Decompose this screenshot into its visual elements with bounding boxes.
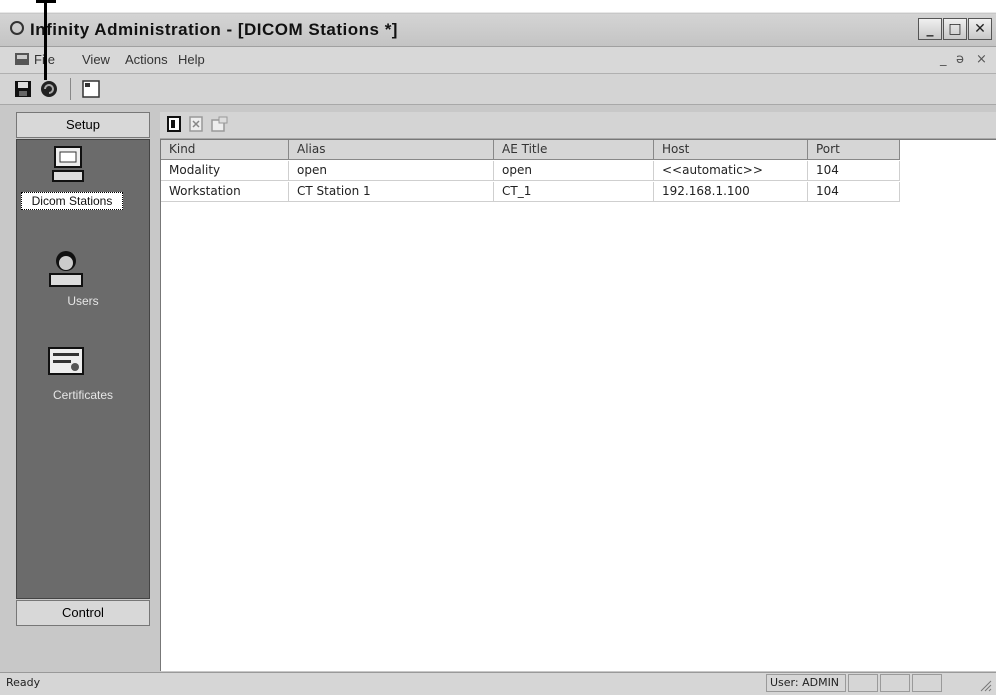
- annotation-arrow: [44, 0, 47, 80]
- table-row-2-port[interactable]: 104: [808, 182, 900, 202]
- mdi-close-button[interactable]: ×: [976, 52, 987, 67]
- computer-icon[interactable]: [52, 145, 84, 185]
- menu-actions[interactable]: Actions: [125, 52, 168, 67]
- app-icon: [10, 21, 24, 35]
- table-row-1-ae-title[interactable]: open: [494, 161, 654, 181]
- toolbar-separator: [70, 78, 71, 100]
- table-row-1-port[interactable]: 104: [808, 161, 900, 181]
- mdi-restore-button[interactable]: ə: [956, 52, 964, 67]
- resize-grip-icon[interactable]: [978, 678, 992, 692]
- column-header-alias[interactable]: Alias: [289, 140, 494, 160]
- sidebar-item-certificates[interactable]: Certificates: [23, 388, 143, 402]
- menu-help[interactable]: Help: [178, 52, 205, 67]
- window-icon[interactable]: [82, 80, 100, 98]
- document-icon: [15, 53, 29, 65]
- properties-icon[interactable]: [210, 116, 228, 132]
- table-row-2-alias[interactable]: CT Station 1: [289, 182, 494, 202]
- sidebar-item-users[interactable]: Users: [23, 294, 143, 308]
- table-row-2-ae-title[interactable]: CT_1: [494, 182, 654, 202]
- maximize-button[interactable]: □: [943, 18, 967, 40]
- new-icon[interactable]: [166, 116, 182, 132]
- annotation-arrow-head: [36, 0, 56, 3]
- save-icon[interactable]: [14, 80, 32, 98]
- control-button[interactable]: Control: [16, 600, 150, 626]
- minimize-button[interactable]: _: [918, 18, 942, 40]
- close-button[interactable]: ✕: [968, 18, 992, 40]
- setup-button[interactable]: Setup: [16, 112, 150, 138]
- status-text: Ready: [6, 676, 41, 689]
- status-pane-empty-1: [848, 674, 878, 692]
- column-header-ae-title[interactable]: AE Title: [494, 140, 654, 160]
- table-row-1-alias[interactable]: open: [289, 161, 494, 181]
- table-row-1-kind[interactable]: Modality: [161, 161, 289, 181]
- certificate-icon[interactable]: [47, 346, 85, 376]
- table-row-2-kind[interactable]: Workstation: [161, 182, 289, 202]
- refresh-icon[interactable]: [40, 80, 58, 98]
- status-user: User: ADMIN: [766, 674, 846, 692]
- window-title: Infinity Administration - [DICOM Station…: [30, 20, 398, 39]
- delete-icon[interactable]: [188, 116, 204, 132]
- status-pane-empty-2: [880, 674, 910, 692]
- column-header-port[interactable]: Port: [808, 140, 900, 160]
- list-toolbar: [160, 112, 996, 139]
- column-header-host[interactable]: Host: [654, 140, 808, 160]
- table-row-2-host[interactable]: 192.168.1.100: [654, 182, 808, 202]
- sidebar-item-dicom-stations[interactable]: Dicom Stations: [21, 192, 123, 210]
- stations-list[interactable]: [160, 139, 996, 671]
- toolbar: [0, 74, 996, 105]
- user-icon[interactable]: [48, 248, 84, 288]
- column-header-kind[interactable]: Kind: [161, 140, 289, 160]
- table-row-1-host[interactable]: <<automatic>>: [654, 161, 808, 181]
- status-pane-empty-3: [912, 674, 942, 692]
- menu-view[interactable]: View: [82, 52, 110, 67]
- mdi-minimize-button[interactable]: _: [940, 52, 947, 67]
